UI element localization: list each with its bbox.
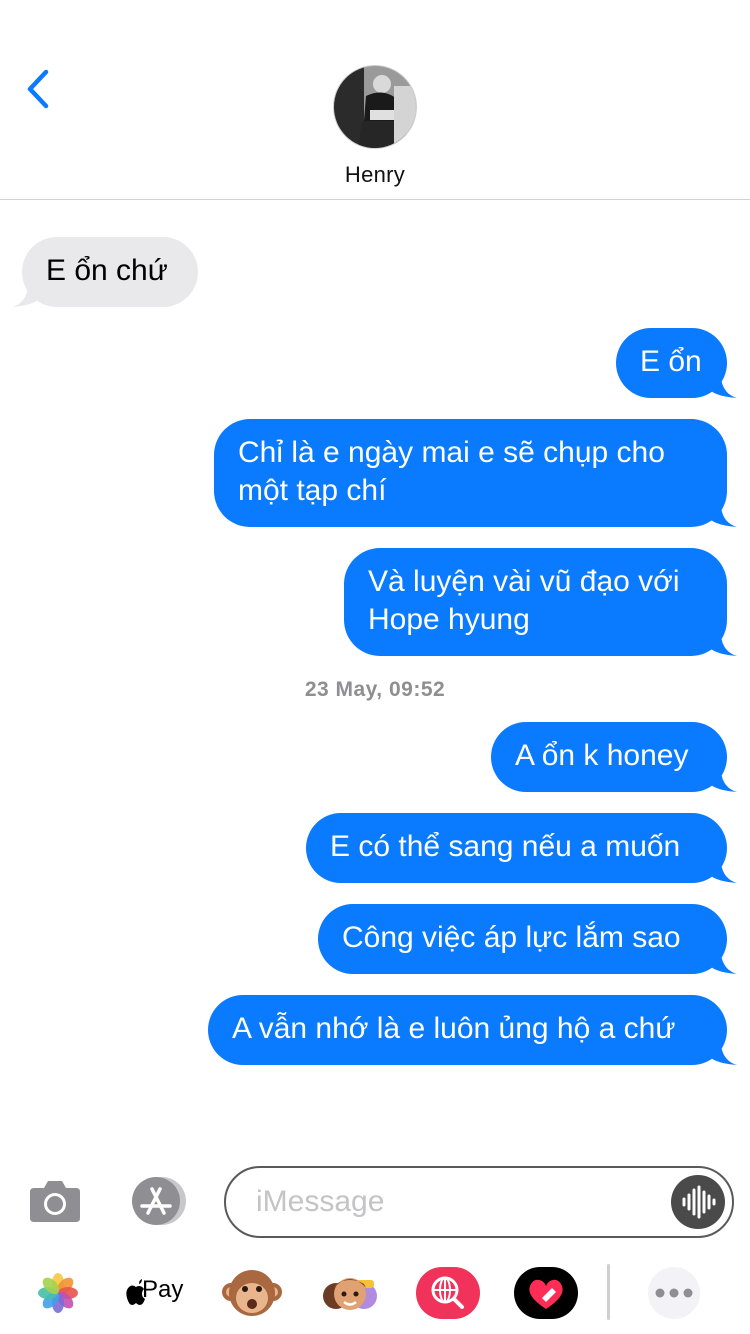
outgoing-message[interactable]: Công việc áp lực lắm sao xyxy=(318,904,737,974)
incoming-message[interactable]: E ổn chứ xyxy=(12,237,198,307)
message-text: E ổn chứ xyxy=(46,254,168,287)
more-icon xyxy=(648,1267,700,1319)
message-text: Công việc áp lực lắm sao xyxy=(342,921,681,954)
message-text: A ổn k honey xyxy=(515,739,689,772)
message-text: một tạp chí xyxy=(238,474,387,507)
compose-bar xyxy=(0,1160,750,1248)
apple-pay-label: Pay xyxy=(142,1276,184,1303)
photos-app-button[interactable] xyxy=(24,1262,92,1324)
bubble-tail xyxy=(707,954,737,974)
bubble-tail xyxy=(707,1045,737,1065)
digital-touch-button[interactable] xyxy=(512,1262,580,1324)
web-search-app-button[interactable] xyxy=(414,1262,482,1324)
message-text: E ổn xyxy=(640,345,702,378)
outgoing-message[interactable]: Và luyện vài vũ đạo với Hope hyung xyxy=(344,548,737,656)
app-drawer: Pay xyxy=(0,1258,750,1334)
outgoing-message[interactable]: A vẫn nhớ là e luôn ủng hộ a chứ xyxy=(208,995,737,1065)
bubble-tail xyxy=(707,863,737,883)
bubble-tail xyxy=(707,378,737,398)
bubble-tail xyxy=(707,636,737,656)
timestamp: 23 May, 09:52 xyxy=(304,678,446,701)
camera-icon xyxy=(30,1181,80,1222)
message-text: Và luyện vài vũ đạo với xyxy=(368,565,680,598)
message-thread: E ổn chứ E ổn Chỉ là e ngày mai e sẽ chụ… xyxy=(0,200,750,1150)
message-text: A vẫn nhớ là e luôn ủng hộ a chứ xyxy=(232,1012,676,1045)
contact-avatar[interactable] xyxy=(333,65,417,149)
camera-button[interactable] xyxy=(28,1176,82,1226)
message-text: E có thể sang nếu a muốn xyxy=(330,830,681,863)
digital-touch-icon xyxy=(514,1267,578,1319)
message-text: Chỉ là e ngày mai e sẽ chụp cho xyxy=(238,436,665,469)
contact-name[interactable]: Henry xyxy=(0,162,750,188)
outgoing-message[interactable]: Chỉ là e ngày mai e sẽ chụp cho một tạp … xyxy=(214,419,737,527)
conversation-header: Henry xyxy=(0,0,750,200)
outgoing-message[interactable]: E ổn xyxy=(616,328,737,398)
memoji-icon xyxy=(323,1278,377,1310)
photos-icon xyxy=(38,1273,78,1313)
message-input[interactable] xyxy=(256,1168,656,1236)
animoji-monkey-icon xyxy=(222,1270,282,1316)
chevron-left-icon xyxy=(27,69,49,109)
message-text: Hope hyung xyxy=(368,603,530,636)
drawer-divider xyxy=(607,1264,610,1320)
bubble-tail xyxy=(707,507,737,527)
memoji-button[interactable] xyxy=(316,1262,384,1324)
more-apps-button[interactable] xyxy=(640,1262,708,1324)
web-search-icon xyxy=(416,1267,480,1319)
app-store-icon xyxy=(132,1177,186,1225)
audio-waveform-icon xyxy=(682,1185,716,1219)
back-button[interactable] xyxy=(20,66,60,112)
apple-pay-button[interactable]: Pay xyxy=(118,1262,194,1324)
bubble-tail xyxy=(707,772,737,792)
bubble-tail xyxy=(12,287,42,307)
outgoing-message[interactable]: A ổn k honey xyxy=(491,722,737,792)
outgoing-message[interactable]: E có thể sang nếu a muốn xyxy=(306,813,737,883)
app-store-button[interactable] xyxy=(126,1175,190,1227)
audio-message-button[interactable] xyxy=(671,1175,725,1229)
animoji-button[interactable] xyxy=(218,1262,286,1324)
message-field[interactable] xyxy=(224,1166,734,1238)
